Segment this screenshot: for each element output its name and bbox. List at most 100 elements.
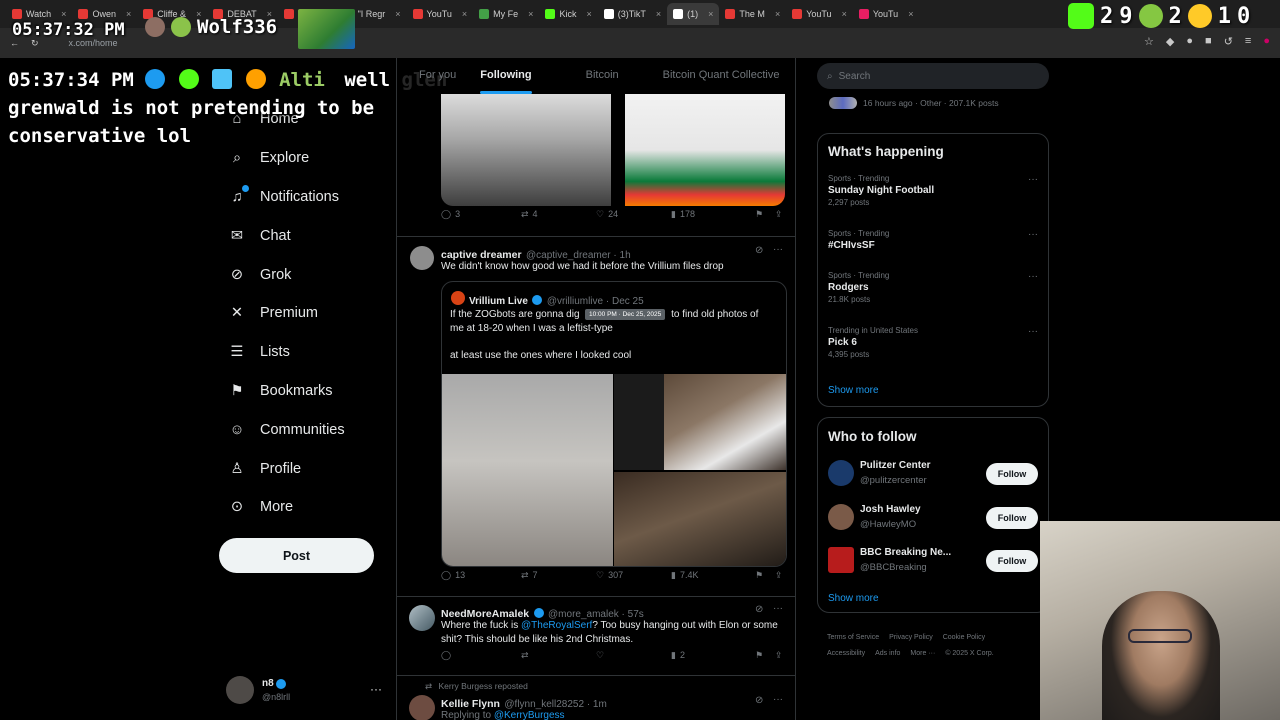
post-button[interactable]: Post (219, 538, 374, 573)
trend-item[interactable]: Sports · Trending #CHIvsSF ··· (828, 229, 1038, 253)
nav-item-grok[interactable]: ⊘ Grok (218, 255, 388, 294)
quoted-post[interactable]: Vrillium Live @vrilliumlive · Dec 25 If … (441, 281, 787, 567)
more-dots-icon[interactable]: ··· (773, 244, 783, 255)
browser-tab[interactable]: My Fe × (473, 3, 539, 25)
more-dots-icon[interactable]: ··· (1028, 271, 1038, 282)
quote-media-image[interactable] (664, 374, 786, 470)
tab-following[interactable]: Following (468, 58, 543, 94)
nav-item-premium[interactable]: ✕ Premium (218, 294, 388, 333)
footer-link[interactable]: Terms of Service (827, 634, 879, 641)
more-dots-icon[interactable]: ··· (1028, 174, 1038, 185)
mention-link[interactable]: @TheRoyalSerf (521, 620, 592, 631)
like-button[interactable]: ♡ 307 (596, 570, 623, 581)
avatar[interactable] (410, 246, 434, 270)
like-button[interactable]: ♡ (596, 650, 604, 661)
nav-item-lists[interactable]: ☰ Lists (218, 333, 388, 372)
bookmark-icon[interactable]: ⚑ (755, 209, 763, 220)
tab-bitcoin[interactable]: Bitcoin (574, 58, 631, 94)
history-icon[interactable]: ↺ (1224, 35, 1233, 48)
tab-bitcoin-quant-collective[interactable]: Bitcoin Quant Collective (651, 58, 792, 94)
like-button[interactable]: ♡ 24 (596, 209, 618, 220)
grok-icon[interactable]: ⊘ (755, 695, 763, 706)
browser-tab[interactable]: The M × (719, 3, 786, 25)
repost-button[interactable]: ⇄ (521, 650, 529, 661)
footer-link[interactable]: Cookie Policy (943, 634, 985, 641)
more-dots-icon[interactable]: ··· (1028, 326, 1038, 337)
share-icon[interactable]: ⇪ (775, 650, 783, 661)
follow-suggestion[interactable]: BBC Breaking Ne... @BBCBreaking Follow (828, 545, 1040, 577)
bookmark-icon[interactable]: ⚑ (755, 650, 763, 661)
reply-button[interactable]: ◯ (441, 650, 451, 661)
show-more-link[interactable]: Show more (828, 593, 879, 604)
tab-close-icon[interactable]: × (908, 9, 913, 19)
tab-close-icon[interactable]: × (395, 9, 400, 19)
browser-tab[interactable]: YouTu × (786, 3, 853, 25)
browser-tab[interactable]: YouTu × (853, 3, 920, 25)
extension-icon[interactable]: ■ (1205, 35, 1212, 48)
grok-icon[interactable]: ⊘ (755, 245, 763, 256)
quote-media-image[interactable] (442, 374, 613, 566)
more-dots-icon[interactable]: ··· (370, 682, 382, 696)
follow-suggestion[interactable]: Josh Hawley @HawleyMO Follow (828, 502, 1040, 534)
repost-button[interactable]: ⇄ 4 (521, 209, 538, 220)
menu-icon[interactable]: ≡ (1245, 35, 1251, 48)
tab-close-icon[interactable]: × (528, 9, 533, 19)
reply-button[interactable]: ◯ 3 (441, 209, 460, 220)
trend-item[interactable]: Trending in United States Pick 6 4,395 pos… (828, 326, 1038, 359)
trend-item[interactable]: Sports · Trending Sunday Night Football 2,… (828, 174, 1038, 207)
browser-tab[interactable]: (3)TikT × (598, 3, 667, 25)
share-icon[interactable]: ⇪ (775, 209, 783, 220)
post-media-image[interactable] (625, 94, 785, 206)
reply-button[interactable]: ◯ 13 (441, 570, 465, 581)
footer-link[interactable]: Accessibility (827, 650, 865, 657)
tab-close-icon[interactable]: × (126, 9, 131, 19)
nav-item-chat[interactable]: ✉ Chat (218, 216, 388, 255)
follow-suggestion[interactable]: Pulitzer Center @pulitzercenter Follow (828, 458, 1040, 490)
browser-tab[interactable]: (1) × (667, 3, 720, 25)
avatar[interactable] (409, 695, 435, 720)
tab-close-icon[interactable]: × (842, 9, 847, 19)
tab-close-icon[interactable]: × (708, 9, 713, 19)
quote-media-image[interactable] (614, 374, 664, 470)
account-switcher[interactable]: n8 @n8lrll ··· (226, 676, 386, 706)
footer-link[interactable]: More ··· (910, 650, 935, 657)
tab-close-icon[interactable]: × (656, 9, 661, 19)
extension-icon[interactable]: ◆ (1166, 35, 1174, 48)
more-dots-icon[interactable]: ··· (773, 694, 783, 705)
grok-icon[interactable]: ⊘ (755, 604, 763, 615)
footer-link[interactable]: Ads info (875, 650, 900, 657)
bookmark-icon[interactable]: ⚑ (755, 570, 763, 581)
repost-label[interactable]: Kerry Burgess reposted (439, 681, 528, 691)
nav-item-bookmarks[interactable]: ⚑ Bookmarks (218, 372, 388, 411)
tab-close-icon[interactable]: × (462, 9, 467, 19)
post-author-handle[interactable]: @flynn_kell28252 · 1m (504, 699, 606, 710)
follow-button[interactable]: Follow (986, 463, 1038, 485)
nav-item-profile[interactable]: ♙ Profile (218, 449, 388, 488)
avatar[interactable] (409, 605, 435, 631)
browser-tab[interactable]: Kick × (539, 3, 597, 25)
views-button[interactable]: ▮ 178 (671, 209, 695, 220)
browser-tab[interactable]: YouTu × (407, 3, 474, 25)
footer-link[interactable]: Privacy Policy (889, 634, 933, 641)
show-more-link[interactable]: Show more (828, 385, 879, 396)
nav-item-notifications[interactable]: ♫ Notifications (218, 178, 388, 217)
trend-item[interactable]: Sports · Trending Rodgers 21.8K posts ··· (828, 271, 1038, 304)
search-input[interactable]: ⌕ Search (817, 63, 1049, 89)
post-media-image[interactable] (441, 94, 611, 206)
mention-link[interactable]: @KerryBurgess (494, 710, 565, 720)
nav-item-communities[interactable]: ☺ Communities (218, 410, 388, 449)
views-button[interactable]: ▮ 7.4K (671, 570, 698, 581)
tab-close-icon[interactable]: × (775, 9, 780, 19)
more-dots-icon[interactable]: ··· (773, 603, 783, 614)
footer-link[interactable]: © 2025 X Corp. (945, 650, 993, 657)
repost-button[interactable]: ⇄ 7 (521, 570, 538, 581)
tab-for-you[interactable]: For you (397, 58, 468, 94)
post-author-name[interactable]: Kellie Flynn (441, 698, 500, 710)
nav-item-more[interactable]: ⊙ More (218, 488, 388, 527)
profile-icon[interactable]: ● (1263, 35, 1270, 48)
follow-button[interactable]: Follow (986, 550, 1038, 572)
follow-button[interactable]: Follow (986, 507, 1038, 529)
more-dots-icon[interactable]: ··· (1028, 229, 1038, 240)
bookmark-star-icon[interactable]: ☆ (1144, 35, 1154, 48)
views-button[interactable]: ▮ 2 (671, 650, 685, 661)
